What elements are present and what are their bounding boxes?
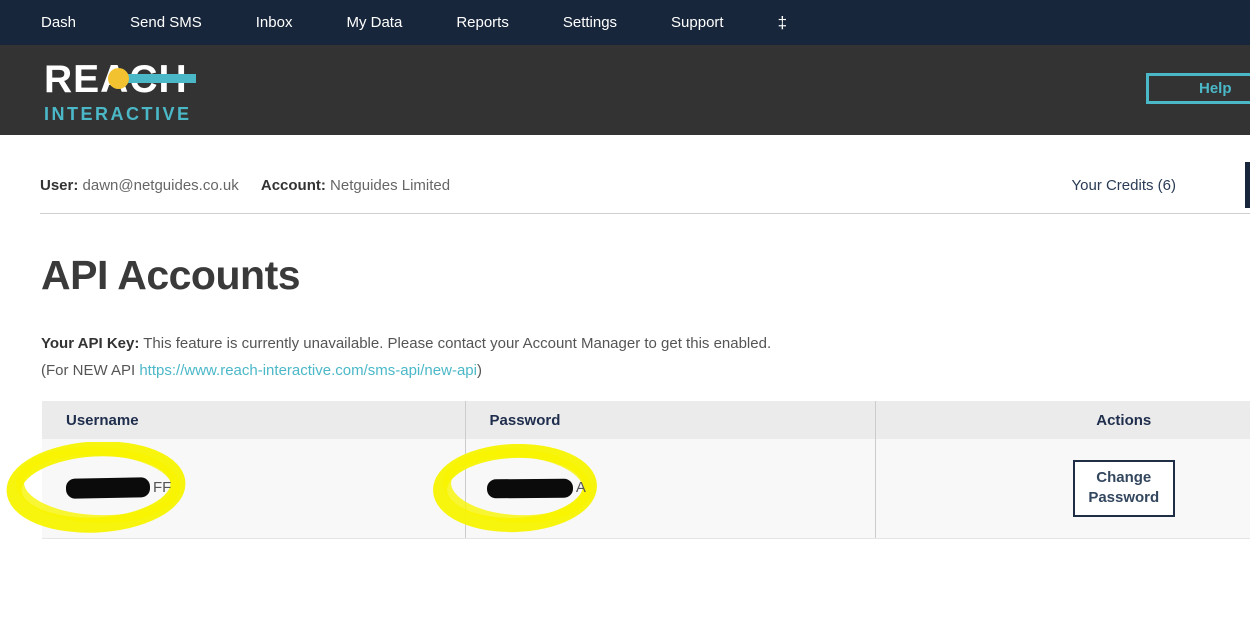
table-row: FF 9A Change Password [42,439,1250,538]
logo-wordmark: REACH [44,60,192,99]
reach-interactive-logo[interactable]: REACH INTERACTIVE [44,60,192,125]
api-key-text: This feature is currently unavailable. P… [139,335,771,352]
column-header-password: Password [465,401,875,439]
account-info-bar: User: dawn@netguides.co.uk Account: Netg… [0,165,1250,205]
account-name: Netguides Limited [330,177,450,194]
nav-item-send-sms[interactable]: Send SMS [130,14,202,31]
right-edge-clipped-button[interactable] [1245,162,1250,208]
help-button[interactable]: Help [1146,73,1250,104]
new-api-suffix: ) [477,362,482,379]
api-key-label: Your API Key: [41,335,139,352]
user-label: User: [40,177,78,194]
user-email: dawn@netguides.co.uk [83,177,239,194]
nav-item-reports[interactable]: Reports [456,14,509,31]
api-accounts-table-wrap: Username Password Actions FF [42,401,1250,539]
logo-yellow-dot-icon [108,68,129,89]
change-password-button[interactable]: Change Password [1073,460,1175,517]
username-redaction-bar [66,478,150,499]
nav-item-settings[interactable]: Settings [563,14,617,31]
new-api-prefix: (For NEW API [41,362,139,379]
account-label: Account: [261,177,326,194]
section-divider [40,213,1250,214]
top-navbar: Dash Send SMS Inbox My Data Reports Sett… [0,0,1250,45]
password-redaction-bar [487,478,573,498]
api-accounts-table: Username Password Actions FF [42,401,1250,539]
nav-item-my-data[interactable]: My Data [346,14,402,31]
nav-item-inbox[interactable]: Inbox [256,14,293,31]
nav-item-support[interactable]: Support [671,14,724,31]
page-title: API Accounts [41,252,1250,299]
password-cell: 9A [465,439,875,538]
logo-strike-bar [120,74,196,83]
new-api-link[interactable]: https://www.reach-interactive.com/sms-ap… [139,362,477,379]
actions-cell: Change Password [875,439,1250,538]
your-credits-badge[interactable]: Your Credits (6) [1072,177,1177,194]
username-visible-fragment: FF [153,479,171,496]
api-key-notice: Your API Key: This feature is currently … [41,335,1250,352]
nav-item-dash[interactable]: Dash [41,14,76,31]
column-header-actions: Actions [875,401,1250,439]
double-dagger-icon[interactable]: ‡ [778,13,787,33]
column-header-username: Username [42,401,465,439]
table-header-row: Username Password Actions [42,401,1250,439]
brand-header: REACH INTERACTIVE Help [0,45,1250,135]
user-account-info: User: dawn@netguides.co.uk Account: Netg… [40,177,468,194]
logo-text-interactive: INTERACTIVE [44,104,192,125]
new-api-line: (For NEW API https://www.reach-interacti… [41,362,1250,379]
main-content: API Accounts Your API Key: This feature … [0,252,1250,379]
password-visible-fragment: A [576,479,586,496]
username-cell: FF [42,439,465,538]
